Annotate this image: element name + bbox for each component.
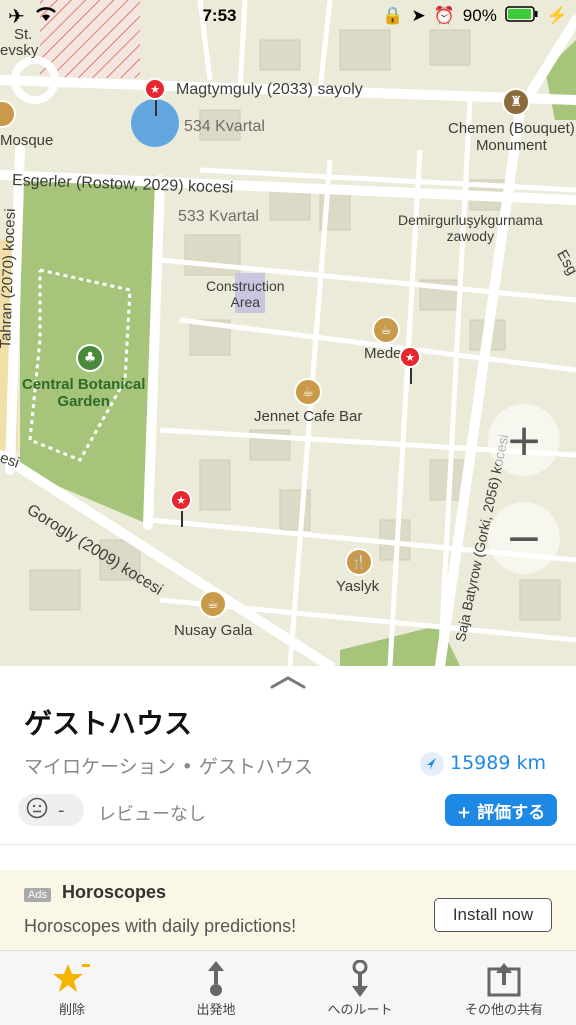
battery-icon	[505, 5, 539, 27]
label-demir: Demirgurluşykgurnama zawody	[398, 212, 543, 244]
label-mosque: Mosque	[0, 132, 54, 149]
tab-route-from[interactable]: 出発地	[144, 951, 288, 1025]
location-arrow-icon: ➤	[411, 6, 426, 25]
tab-label: 出発地	[196, 1002, 236, 1018]
rotation-lock-icon: 🔒	[382, 6, 404, 25]
tree-poi-icon[interactable]: ♣	[76, 344, 104, 372]
place-title: ゲストハウス	[24, 707, 193, 740]
star-icon	[52, 959, 92, 999]
bottom-tab-bar: 削除 出発地 へのルート その他の共有	[0, 950, 576, 1025]
map-base	[0, 0, 576, 666]
label-533-kvartal: 533 Kvartal	[178, 208, 259, 225]
tab-share[interactable]: その他の共有	[432, 951, 576, 1025]
label-evsky: evsky	[0, 42, 39, 59]
label-yaslyk: Yaslyk	[336, 578, 380, 595]
review-text: レビューなし	[98, 804, 206, 825]
alarm-icon: ⏰	[433, 6, 455, 25]
install-button[interactable]: Install now	[434, 898, 552, 932]
route-from-icon	[204, 959, 228, 999]
distance-arrow-icon	[420, 752, 444, 776]
ad-title: Horoscopes	[62, 882, 167, 902]
bookmark-pin-icon[interactable]: ★	[170, 489, 192, 527]
label-construction: Construction Area	[206, 278, 285, 310]
tab-label: へのルート	[327, 1002, 393, 1018]
zoom-in-button[interactable]: +	[488, 404, 560, 476]
divider	[0, 844, 576, 845]
route-to-icon	[348, 959, 372, 999]
restaurant-poi-icon[interactable]: 🍴	[345, 548, 373, 576]
tab-label: 削除	[58, 1002, 85, 1018]
place-subtitle: マイロケーション • ゲストハウス	[24, 756, 313, 778]
share-icon	[486, 959, 522, 999]
zoom-out-button[interactable]: −	[488, 502, 560, 574]
label-magtymguly: Magtymguly (2033) sayoly	[176, 81, 363, 98]
label-mede: Mede	[364, 345, 402, 362]
monument-poi-icon[interactable]: ♜	[502, 88, 530, 116]
tab-delete-bookmark[interactable]: 削除	[0, 951, 144, 1025]
sheet-handle-icon[interactable]	[270, 674, 306, 693]
tab-label: その他の共有	[464, 1002, 543, 1018]
rate-button[interactable]: + 評価する	[445, 794, 557, 826]
place-distance: 15989 km	[450, 752, 546, 774]
label-534-kvartal: 534 Kvartal	[184, 118, 265, 135]
status-time: 7:53	[202, 6, 237, 25]
bookmark-pin-icon[interactable]: ★	[399, 346, 421, 384]
wifi-icon	[35, 6, 57, 27]
ad-text: Horoscopes with daily predictions!	[24, 916, 297, 936]
label-botanical: Central Botanical Garden	[22, 376, 146, 410]
place-sheet: ゲストハウス マイロケーション • ゲストハウス 15989 km - レビュー…	[0, 666, 576, 950]
rating-value: -	[58, 799, 65, 821]
neutral-face-icon	[26, 797, 48, 823]
cafe-poi-icon[interactable]: ☕	[199, 590, 227, 618]
label-chemen: Chemen (Bouquet) Monument	[448, 120, 575, 154]
map-view[interactable]: ✈ 7:53 🔒 ➤ ⏰ 90% ⚡ St. evsky Mosque Magt…	[0, 0, 576, 666]
battery-percent: 90%	[462, 6, 497, 25]
ad-badge: Ads	[24, 888, 51, 902]
status-bar: ✈ 7:53 🔒 ➤ ⏰ 90% ⚡	[0, 0, 576, 32]
label-nusay: Nusay Gala	[174, 622, 253, 639]
tab-route-to[interactable]: へのルート	[288, 951, 432, 1025]
airplane-icon: ✈	[8, 5, 25, 28]
bookmark-pin-icon[interactable]: ★	[144, 78, 166, 116]
cafe-poi-icon[interactable]: ☕	[294, 378, 322, 406]
cafe-poi-icon[interactable]: ☕	[372, 316, 400, 344]
label-jennet: Jennet Cafe Bar	[254, 408, 363, 425]
charging-icon: ⚡	[546, 6, 568, 25]
rating-pill: -	[18, 794, 84, 826]
ad-banner[interactable]: Ads Horoscopes Horoscopes with daily pre…	[0, 870, 576, 950]
